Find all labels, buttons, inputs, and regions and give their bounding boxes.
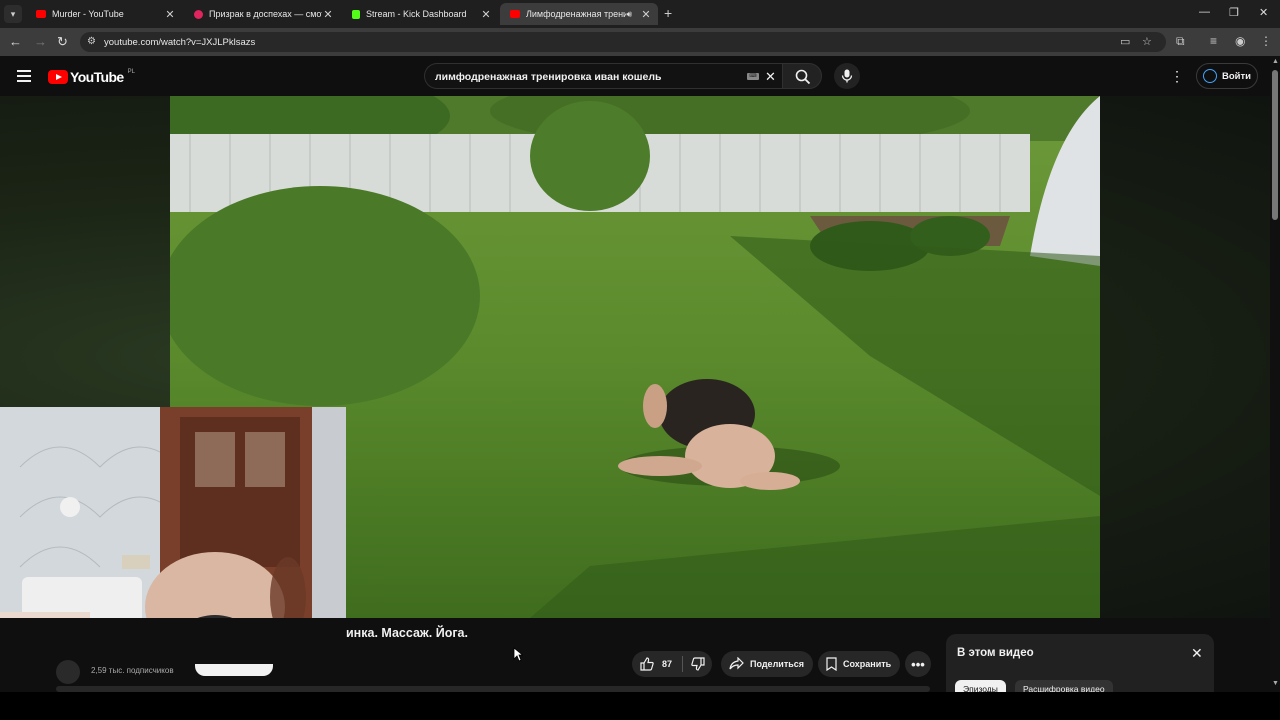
bookmark-star-icon[interactable]: ☆ [1142,35,1152,48]
restore-window-icon[interactable]: ❐ [1229,6,1239,19]
site-info-icon[interactable]: ⚙︎ [87,36,96,47]
youtube-header: YouTube PL лимфодренажная тренировка ива… [0,56,1270,96]
youtube-favicon-icon [36,10,46,18]
forward-arrow-icon[interactable]: → [34,34,47,49]
like-button[interactable]: 87 [632,657,672,671]
bookmark-save-icon [826,657,837,671]
browser-menu-icon[interactable]: ⋮ [1260,34,1272,48]
tab-search-chevron-icon[interactable]: ▾ [4,5,22,23]
account-circle-icon [1203,69,1217,83]
browser-tab-active[interactable]: Лимфодренажная трениро 🔊︎ ✕ [500,3,658,25]
tab-title: Murder - YouTube [52,9,124,19]
like-count: 87 [662,659,673,669]
keyboard-icon[interactable]: ⌨ [747,73,759,80]
profile-icon[interactable]: ◉ [1235,34,1245,48]
share-button[interactable]: Поделиться [721,651,813,677]
channel-avatar[interactable] [56,660,80,684]
sign-in-label: Войти [1222,70,1251,82]
tab-title: Призрак в доспехах — смотреть [209,9,322,19]
save-button[interactable]: Сохранить [818,651,900,677]
scroll-up-icon[interactable]: ▲ [1272,58,1279,65]
subscriber-count: 2,59 тыс. подписчиков [91,666,174,675]
address-bar[interactable]: ⚙︎ youtube.com/watch?v=JXJLPklsazs ▭ ☆ [80,32,1166,52]
browser-tab-bar: ▾ Murder - YouTube ✕ Призрак в доспехах … [0,0,1280,28]
site-favicon-icon [194,9,203,19]
close-tab-icon[interactable]: ✕ [164,8,176,21]
more-horizontal-icon: ••• [911,656,925,672]
thumbs-down-icon [691,657,705,671]
close-window-icon[interactable]: ✕ [1259,6,1268,19]
voice-search-button[interactable] [834,63,860,89]
close-tab-icon[interactable]: ✕ [322,8,334,21]
youtube-logo[interactable]: YouTube PL [48,69,135,85]
like-dislike-group: 87 [632,651,712,677]
mouse-cursor-icon [513,647,523,662]
in-this-video-panel: В этом видео ✕ Эпизоды Расшифровка видео [946,634,1214,698]
panel-title: В этом видео [957,647,1034,659]
browser-toolbar: ← → ↻ ⚙︎ youtube.com/watch?v=JXJLPklsazs… [0,28,1280,56]
sign-in-button[interactable]: Войти [1196,63,1258,89]
subscribe-button[interactable] [195,664,273,676]
share-label: Поделиться [750,659,805,669]
tab-title: Stream - Kick Dashboard [366,9,467,19]
audio-playing-icon[interactable]: 🔊︎ [626,9,632,20]
search-button[interactable] [782,63,822,89]
page-scrollbar[interactable]: ▲ ▼ [1270,56,1280,692]
like-divider [682,656,684,672]
cast-icon[interactable]: ▭ [1120,35,1130,48]
scroll-down-icon[interactable]: ▼ [1272,680,1279,687]
share-arrow-icon [729,657,744,670]
search-query-text: лимфодренажная тренировка иван кошель [435,71,662,83]
minimize-window-icon[interactable]: — [1199,6,1210,18]
browser-tab[interactable]: Призрак в доспехах — смотреть ✕ [184,3,340,25]
dislike-button[interactable] [691,657,705,671]
close-panel-icon[interactable]: ✕ [1191,645,1203,662]
close-tab-icon[interactable]: ✕ [640,8,652,21]
browser-tab[interactable]: Murder - YouTube ✕ [26,3,182,25]
new-tab-plus-icon[interactable]: + [664,5,672,21]
browser-tab[interactable]: Stream - Kick Dashboard ✕ [342,3,498,25]
url-text: youtube.com/watch?v=JXJLPklsazs [104,37,256,48]
media-control-icon[interactable]: ≡ [1210,34,1217,48]
microphone-icon [841,69,853,83]
tab-title: Лимфодренажная трениро [526,9,627,19]
back-arrow-icon[interactable]: ← [9,34,22,49]
screen-bottom-bar [0,692,1280,720]
youtube-logo-text: YouTube [70,69,124,85]
reload-icon[interactable]: ↻ [57,34,68,50]
youtube-play-logo-icon [48,70,68,84]
save-label: Сохранить [843,659,892,669]
search-input[interactable]: лимфодренажная тренировка иван кошель ⌨ … [424,63,784,89]
thumbs-up-icon [640,657,654,671]
extensions-puzzle-icon[interactable]: ⧉ [1176,34,1185,49]
clear-search-icon[interactable]: ✕ [765,69,776,85]
settings-more-icon[interactable]: ⋮ [1170,68,1184,85]
search-icon [795,69,811,85]
youtube-favicon-icon [510,10,520,18]
country-code: PL [127,69,135,75]
video-title: инка. Массаж. Йога. [346,626,468,640]
scrollbar-thumb[interactable] [1272,70,1278,220]
hamburger-menu-icon[interactable] [17,70,31,85]
kick-favicon-icon [352,9,360,19]
close-tab-icon[interactable]: ✕ [480,8,492,21]
more-actions-button[interactable]: ••• [905,651,931,677]
